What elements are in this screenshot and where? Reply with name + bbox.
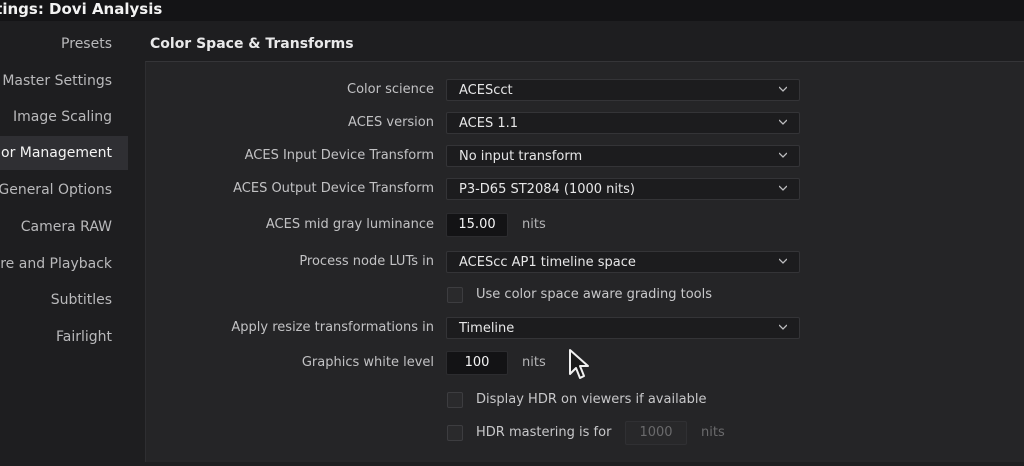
sidebar-item-master-settings[interactable]: Master Settings xyxy=(2,64,112,98)
resize-transform-value: Timeline xyxy=(459,321,515,336)
mid-gray-input[interactable]: 15.00 xyxy=(446,213,508,237)
sidebar-item-color-management[interactable]: olor Management xyxy=(0,136,128,170)
color-science-value: ACEScct xyxy=(459,83,513,98)
display-hdr-label: Display HDR on viewers if available xyxy=(476,392,707,407)
window-title-text: ttings: Dovi Analysis xyxy=(0,0,163,18)
aces-version-label: ACES version xyxy=(348,115,434,130)
sidebar-item-fairlight[interactable]: Fairlight xyxy=(56,320,112,354)
hdr-mastering-checkbox[interactable] xyxy=(447,425,463,441)
window-title: ttings: Dovi Analysis xyxy=(0,0,1024,21)
color-space-aware-checkbox[interactable] xyxy=(447,287,463,303)
sidebar-item-capture-playback[interactable]: ure and Playback xyxy=(0,247,112,281)
process-luts-dropdown[interactable]: ACEScc AP1 timeline space xyxy=(446,251,800,273)
aces-version-dropdown[interactable]: ACES 1.1 xyxy=(446,112,800,134)
output-transform-dropdown[interactable]: P3-D65 ST2084 (1000 nits) xyxy=(446,178,800,200)
graphics-white-unit: nits xyxy=(522,355,546,370)
resize-transform-dropdown[interactable]: Timeline xyxy=(446,317,800,339)
color-space-aware-label: Use color space aware grading tools xyxy=(476,287,713,302)
mouse-cursor-icon xyxy=(569,349,589,379)
process-luts-label: Process node LUTs in xyxy=(299,254,434,269)
mid-gray-unit: nits xyxy=(522,217,546,232)
hdr-mastering-unit: nits xyxy=(701,425,725,440)
output-transform-label: ACES Output Device Transform xyxy=(233,181,434,196)
sidebar-item-subtitles[interactable]: Subtitles xyxy=(51,283,112,317)
output-transform-value: P3-D65 ST2084 (1000 nits) xyxy=(459,182,635,197)
input-transform-dropdown[interactable]: No input transform xyxy=(446,145,800,167)
mid-gray-label: ACES mid gray luminance xyxy=(265,217,434,232)
section-title: Color Space & Transforms xyxy=(150,36,354,52)
sidebar-item-image-scaling[interactable]: Image Scaling xyxy=(13,100,112,134)
graphics-white-input[interactable]: 100 xyxy=(446,351,508,375)
chevron-down-icon xyxy=(779,119,787,125)
hdr-mastering-label: HDR mastering is for xyxy=(476,425,612,440)
chevron-down-icon xyxy=(779,258,787,264)
chevron-down-icon xyxy=(779,324,787,330)
aces-version-value: ACES 1.1 xyxy=(459,116,519,131)
graphics-white-label: Graphics white level xyxy=(301,355,434,370)
input-transform-value: No input transform xyxy=(459,149,583,164)
sidebar-item-general-options[interactable]: General Options xyxy=(0,173,112,207)
chevron-down-icon xyxy=(779,86,787,92)
chevron-down-icon xyxy=(779,185,787,191)
settings-sidebar: Presets Master Settings Image Scaling ol… xyxy=(0,26,128,466)
chevron-down-icon xyxy=(779,152,787,158)
display-hdr-checkbox[interactable] xyxy=(447,392,463,408)
sidebar-item-presets[interactable]: Presets xyxy=(61,27,112,61)
sidebar-item-camera-raw[interactable]: Camera RAW xyxy=(21,210,112,244)
color-science-dropdown[interactable]: ACEScct xyxy=(446,79,800,101)
process-luts-value: ACEScc AP1 timeline space xyxy=(459,255,636,270)
resize-transform-label: Apply resize transformations in xyxy=(231,320,434,335)
color-science-label: Color science xyxy=(347,82,434,97)
hdr-mastering-input[interactable]: 1000 xyxy=(625,421,687,445)
input-transform-label: ACES Input Device Transform xyxy=(244,148,434,163)
